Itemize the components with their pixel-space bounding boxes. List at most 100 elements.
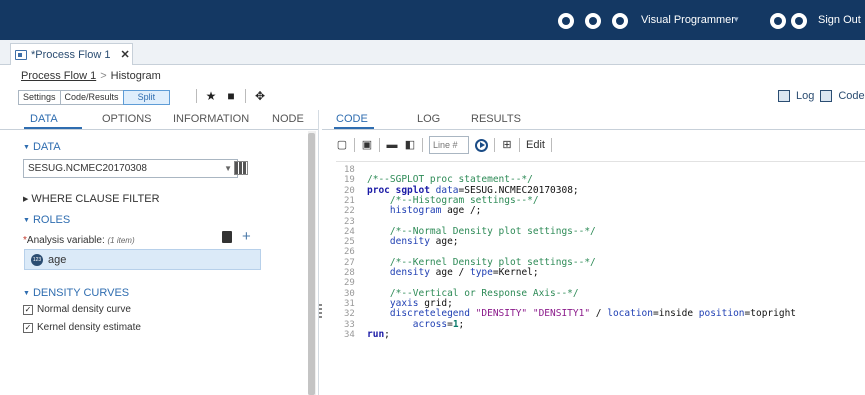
line-number: 34 xyxy=(344,329,355,340)
line-number: 32 xyxy=(344,309,355,320)
close-icon[interactable]: ✕ xyxy=(120,48,129,61)
tab-information[interactable]: INFORMATION xyxy=(173,113,249,125)
code-line[interactable]: 34 run; xyxy=(336,328,865,340)
breadcrumb-parent[interactable]: Process Flow 1 xyxy=(21,70,96,82)
code-editor[interactable]: 18 19/*--SGPLOT proc statement--*/20 proc … xyxy=(336,161,865,395)
line-number: 19 xyxy=(344,175,355,186)
code-token: type xyxy=(469,267,493,278)
panel-splitter[interactable] xyxy=(318,110,319,395)
tab-node[interactable]: NODE xyxy=(272,113,304,125)
right-panel-tabs: CODE LOG RESULTS xyxy=(322,110,865,130)
run-person-icon[interactable]: ★ xyxy=(205,90,217,102)
code-token: density xyxy=(367,236,430,248)
sign-out-link[interactable]: Sign Out xyxy=(818,14,861,26)
line-number: 20 xyxy=(344,185,355,196)
save-icon[interactable]: ■ xyxy=(225,90,237,102)
maximize-icon[interactable]: ✥ xyxy=(254,90,266,102)
view-code-results-button[interactable]: Code/Results xyxy=(59,90,124,105)
code-line[interactable]: 28 density age / type=Kernel; xyxy=(336,267,865,279)
tab-data[interactable]: DATA xyxy=(30,113,58,125)
view-toggle-group: Settings Code/Results Split xyxy=(18,90,171,105)
chevron-down-icon[interactable]: ▾ xyxy=(734,14,739,25)
toolbar-divider xyxy=(519,138,520,152)
where-filter-header[interactable]: ▶ WHERE CLAUSE FILTER xyxy=(23,193,160,205)
code-token: ; xyxy=(458,318,465,330)
splitter-handle[interactable] xyxy=(319,304,322,318)
code-icon[interactable] xyxy=(820,90,833,102)
density-section-label: DENSITY CURVES xyxy=(32,287,130,299)
kernel-density-checkbox[interactable]: ✓ xyxy=(23,322,33,333)
toolbar-divider xyxy=(245,89,246,103)
code-token: run xyxy=(367,328,385,340)
normal-density-checkbox[interactable]: ✓ xyxy=(23,304,33,315)
analysis-label-text: Analysis variable: xyxy=(26,235,105,246)
view-split-button[interactable]: Split xyxy=(122,90,171,105)
recent-icon[interactable] xyxy=(585,13,601,29)
code-token: age /; xyxy=(441,205,482,217)
toolbar-divider xyxy=(379,138,380,152)
edit-button[interactable]: Edit xyxy=(526,139,545,151)
normal-density-checkbox-row[interactable]: ✓ Normal density curve xyxy=(23,304,131,315)
copy-icon[interactable]: ◧ xyxy=(404,139,416,151)
roles-section-header[interactable]: ▼ ROLES xyxy=(23,214,70,226)
line-number-input[interactable] xyxy=(429,136,469,154)
code-line[interactable]: 22 histogram age /; xyxy=(336,205,865,217)
log-icon[interactable] xyxy=(778,90,790,102)
code-line[interactable]: 33 across=1; xyxy=(336,318,865,330)
find-icon[interactable]: ⊞ xyxy=(501,139,513,151)
toolbar-divider xyxy=(196,89,197,103)
tab-code[interactable]: CODE xyxy=(336,113,368,125)
line-number: 23 xyxy=(344,216,355,227)
tab-process-flow[interactable]: *Process Flow 1 ✕ xyxy=(10,43,133,65)
line-number: 27 xyxy=(344,257,355,268)
help-icon[interactable] xyxy=(791,13,807,29)
code-token: age / xyxy=(429,267,470,278)
analysis-count-hint: (1 item) xyxy=(107,236,135,245)
run-icon[interactable] xyxy=(475,138,488,152)
trash-icon[interactable] xyxy=(222,231,232,243)
open-icon[interactable]: ▣ xyxy=(361,139,373,151)
menu-icon[interactable] xyxy=(770,13,786,29)
left-panel-scroll-thumb[interactable] xyxy=(308,133,315,395)
code-token: histogram xyxy=(367,205,442,217)
dataset-value: SESUG.NCMEC20170308 xyxy=(28,163,147,174)
code-token: =Kernel; xyxy=(492,267,539,278)
line-number: 31 xyxy=(344,298,355,309)
kernel-density-checkbox-row[interactable]: ✓ Kernel density estimate xyxy=(23,322,141,333)
log-button[interactable]: Log xyxy=(796,90,814,102)
code-text: density age; xyxy=(367,237,459,247)
line-number: 24 xyxy=(344,226,355,237)
tab-results[interactable]: RESULTS xyxy=(471,113,521,125)
chevron-down-icon: ▼ xyxy=(224,164,232,173)
add-icon[interactable]: + xyxy=(242,228,251,245)
code-token: "DENSITY" "DENSITY1" xyxy=(469,308,591,320)
tab-log[interactable]: LOG xyxy=(417,113,440,125)
new-file-icon[interactable]: ▢ xyxy=(336,139,348,151)
code-line[interactable]: 25 density age; xyxy=(336,237,865,248)
data-section-header[interactable]: ▼ DATA xyxy=(23,141,61,153)
dataset-select[interactable]: SESUG.NCMEC20170308 ▼ xyxy=(23,159,238,178)
table-browse-icon[interactable] xyxy=(234,161,248,175)
density-section-header[interactable]: ▼ DENSITY CURVES xyxy=(23,287,129,299)
search-icon[interactable] xyxy=(558,13,574,29)
node-toolbar: ★ ■ ✥ xyxy=(196,89,266,103)
code-token: =topright xyxy=(744,308,797,320)
line-number: 18 xyxy=(344,165,355,175)
line-number: 21 xyxy=(344,195,355,206)
code-token: position xyxy=(698,308,745,320)
tab-options[interactable]: OPTIONS xyxy=(102,113,152,125)
line-number: 22 xyxy=(344,206,355,217)
code-button[interactable]: Code xyxy=(838,90,864,102)
globe-icon[interactable] xyxy=(612,13,628,29)
breadcrumb-current: Histogram xyxy=(110,70,161,82)
normal-density-label: Normal density curve xyxy=(37,304,131,315)
code-token: density xyxy=(367,267,430,278)
print-icon[interactable]: ▬ xyxy=(386,139,398,151)
top-app-bar: Visual Programmer ▾ Sign Out xyxy=(0,0,865,40)
analysis-variable-item[interactable]: 123 age xyxy=(24,249,261,270)
view-settings-button[interactable]: Settings xyxy=(18,90,61,105)
code-text: run; xyxy=(367,328,390,340)
tab-label: *Process Flow 1 xyxy=(31,48,111,61)
user-menu[interactable]: Visual Programmer xyxy=(641,14,735,26)
code-token: ; xyxy=(384,328,390,340)
